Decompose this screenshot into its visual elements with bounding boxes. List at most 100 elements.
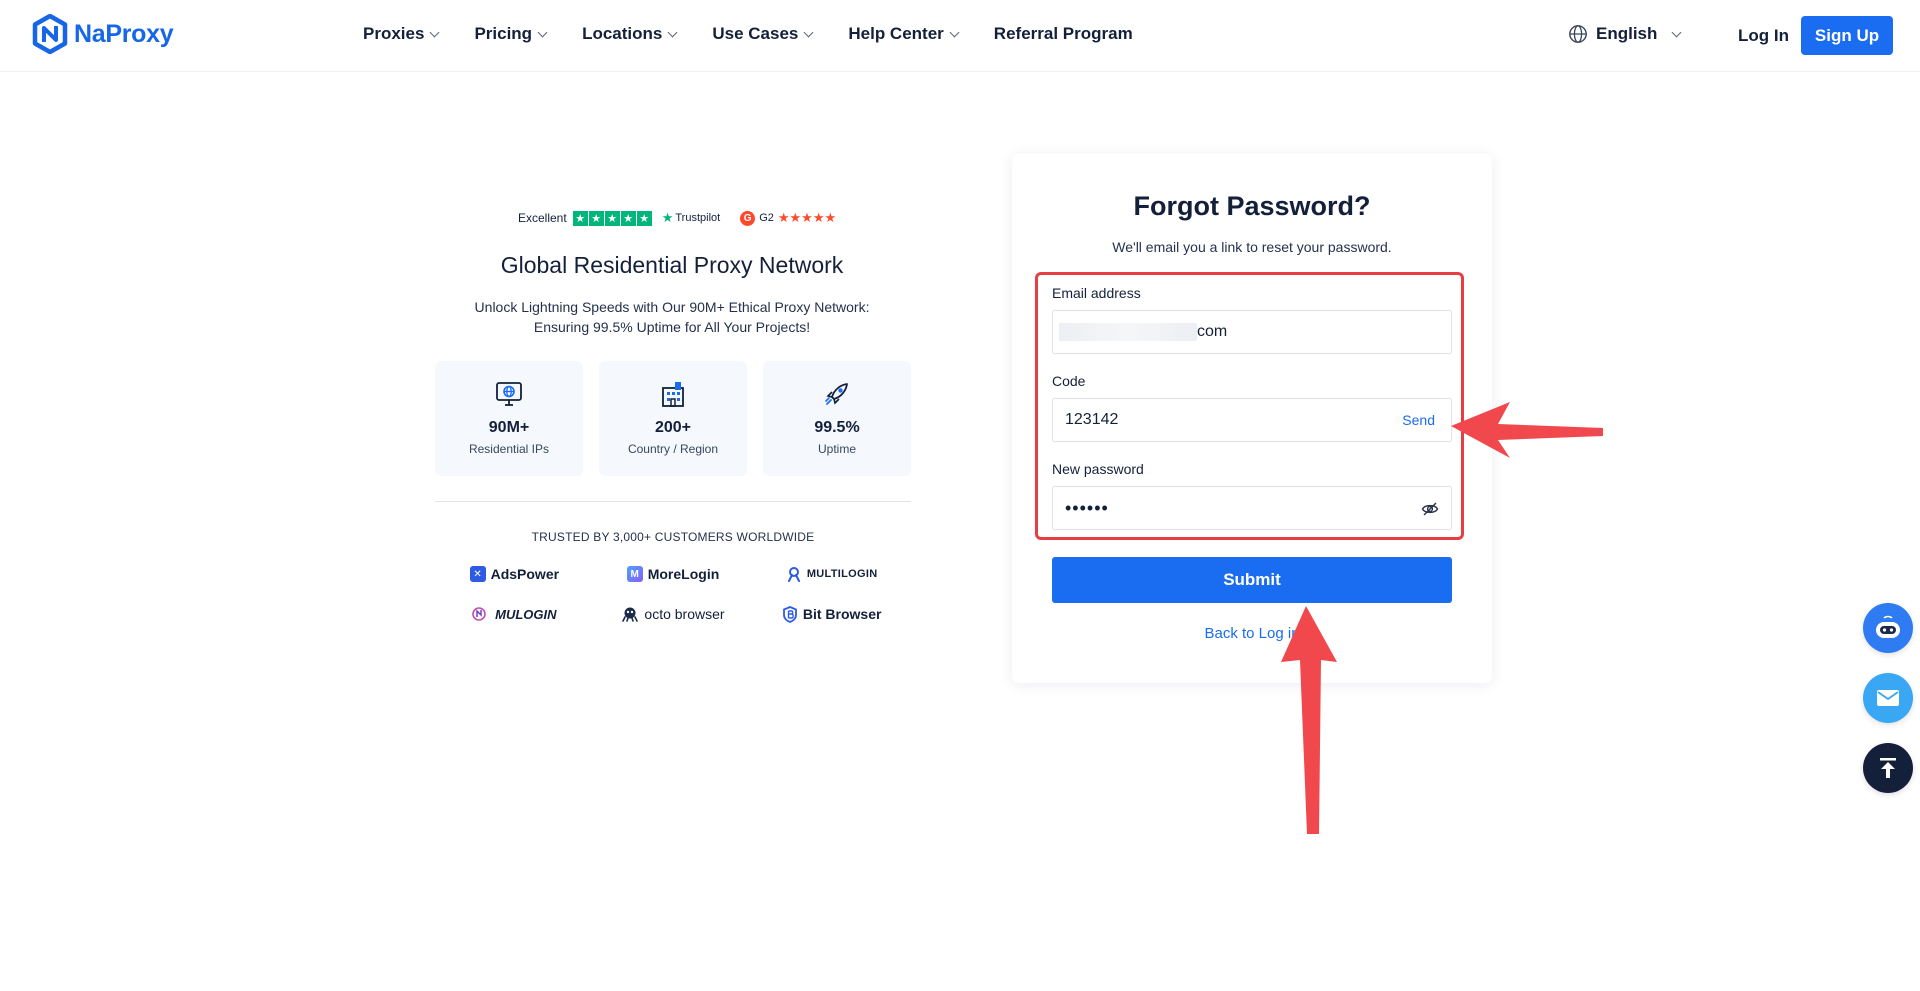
stat-card-countries: 200+ Country / Region xyxy=(599,361,747,476)
email-value: com xyxy=(1197,323,1228,340)
octo-browser-logo: octo browser xyxy=(594,602,753,626)
stat-value: 90M+ xyxy=(488,419,530,436)
octopus-icon xyxy=(622,607,639,622)
hero-subtitle-line: Ensuring 99.5% Uptime for All Your Proje… xyxy=(533,319,811,335)
multilogin-icon xyxy=(787,567,800,582)
robot-icon xyxy=(1876,615,1900,638)
stat-value: 99.5% xyxy=(814,419,860,436)
nav-label: Pricing xyxy=(474,24,533,43)
stats-row: 90M+ Residential IPs 200+ Country / Regi… xyxy=(435,361,911,476)
stat-value: 200+ xyxy=(654,419,692,436)
chevron-down-icon xyxy=(949,27,960,38)
g2-rating: G G2 ★★★★★ xyxy=(740,210,836,226)
ratings-row: Excellent ★ ★ ★ ★ ★ ★ Trustpilot G G2 ★★★★★ xyxy=(518,210,836,226)
brand-name: NaProxy xyxy=(74,19,174,48)
language-label: English xyxy=(1596,24,1658,43)
mulogin-icon xyxy=(472,607,486,621)
customer-logos: ✕ AdsPower M MoreLogin MULTILOGIN MULOGI… xyxy=(435,562,911,626)
eye-off-icon[interactable] xyxy=(1421,500,1439,518)
chevron-down-icon xyxy=(803,27,814,38)
password-label: New password xyxy=(1052,461,1144,477)
stat-label: Residential IPs xyxy=(468,442,550,456)
rocket-icon xyxy=(825,383,848,405)
nav-label: Help Center xyxy=(848,24,944,43)
nav-label: Use Cases xyxy=(712,24,799,43)
brand-label: octo browser xyxy=(644,606,725,622)
g2-label: G2 xyxy=(759,212,774,224)
code-field[interactable]: 123142 Send xyxy=(1052,398,1452,442)
hero-title: Global Residential Proxy Network xyxy=(500,252,844,278)
trustpilot-label: Trustpilot xyxy=(675,212,721,224)
email-label: Email address xyxy=(1052,285,1141,301)
morelogin-icon: M xyxy=(626,566,643,582)
email-contact-button[interactable] xyxy=(1863,673,1913,723)
nav-label: Locations xyxy=(582,24,663,43)
rating-label: Excellent xyxy=(518,211,567,225)
brand-label: Bit Browser xyxy=(802,606,882,622)
back-to-login-link[interactable]: Back to Log in xyxy=(1012,625,1492,642)
bit-browser-icon xyxy=(782,605,797,623)
stat-label: Country / Region xyxy=(627,442,719,456)
nav-proxies[interactable]: Proxies xyxy=(363,24,440,44)
nav-locations[interactable]: Locations xyxy=(582,24,678,44)
code-value: 123142 xyxy=(1065,411,1119,428)
trusted-by-text: TRUSTED BY 3,000+ CUSTOMERS WORLDWIDE xyxy=(531,530,815,544)
mulogin-logo: MULOGIN xyxy=(435,602,594,626)
back-to-top-button[interactable] xyxy=(1863,743,1913,793)
brand-label: AdsPower xyxy=(490,566,560,582)
chevron-down-icon xyxy=(537,27,548,38)
chatbot-button[interactable] xyxy=(1863,603,1913,653)
redacted-email-text xyxy=(1059,323,1197,341)
stat-label: Uptime xyxy=(817,442,856,456)
hero-subtitle: Unlock Lightning Speeds with Our 90M+ Et… xyxy=(434,297,910,337)
adspower-logo: ✕ AdsPower xyxy=(435,562,594,586)
multilogin-logo: MULTILOGIN xyxy=(752,562,911,586)
section-divider xyxy=(435,501,911,502)
morelogin-logo: M MoreLogin xyxy=(594,562,753,586)
nav-pricing[interactable]: Pricing xyxy=(474,24,548,44)
chevron-down-icon xyxy=(1671,27,1682,38)
adspower-icon: ✕ xyxy=(469,566,486,582)
star-icon: ★ xyxy=(661,210,674,225)
brand-label: MULOGIN xyxy=(495,606,557,622)
mail-icon xyxy=(1877,690,1899,706)
monitor-globe-icon xyxy=(496,382,522,406)
nav-label: Proxies xyxy=(363,24,425,43)
new-password-field[interactable]: •••••• xyxy=(1052,486,1452,530)
nav-referral-program[interactable]: Referral Program xyxy=(994,24,1133,44)
trustpilot-stars-icon: ★ ★ ★ ★ ★ xyxy=(572,210,652,226)
brand-logo[interactable]: NaProxy xyxy=(32,14,174,54)
site-header: NaProxy Proxies Pricing Locations Use Ca… xyxy=(0,0,1920,72)
globe-icon xyxy=(1569,25,1587,43)
code-label: Code xyxy=(1052,373,1086,389)
main-nav: Proxies Pricing Locations Use Cases Help… xyxy=(363,24,1169,44)
language-selector[interactable]: English xyxy=(1568,24,1682,44)
nav-label: Referral Program xyxy=(993,24,1133,43)
stat-card-uptime: 99.5% Uptime xyxy=(763,361,911,476)
form-subtitle: We'll email you a link to reset your pas… xyxy=(1112,239,1392,255)
login-link[interactable]: Log In xyxy=(1738,26,1789,46)
nav-help-center[interactable]: Help Center xyxy=(848,24,960,44)
g2-stars-icon: ★★★★★ xyxy=(777,210,837,225)
signup-button[interactable]: Sign Up xyxy=(1801,16,1893,55)
arrow-up-icon xyxy=(1880,758,1896,778)
form-title: Forgot Password? xyxy=(1133,191,1371,221)
stat-card-ips: 90M+ Residential IPs xyxy=(435,361,583,476)
trustpilot-logo: ★ Trustpilot xyxy=(662,210,720,226)
g2-logo-icon: G xyxy=(740,210,756,226)
chevron-down-icon xyxy=(667,27,678,38)
annotation-arrows xyxy=(1281,402,1603,834)
forgot-password-card: Forgot Password? We'll email you a link … xyxy=(1012,153,1492,683)
email-field[interactable]: com xyxy=(1052,310,1452,354)
brand-label: MoreLogin xyxy=(647,566,720,582)
send-code-button[interactable]: Send xyxy=(1402,412,1435,428)
bit-browser-logo: Bit Browser xyxy=(752,602,911,626)
nav-use-cases[interactable]: Use Cases xyxy=(712,24,814,44)
building-icon xyxy=(662,382,684,407)
submit-button[interactable]: Submit xyxy=(1052,557,1452,603)
password-value: •••••• xyxy=(1065,497,1109,518)
hero-subtitle-line: Unlock Lightning Speeds with Our 90M+ Et… xyxy=(474,299,870,315)
brand-label: MULTILOGIN xyxy=(806,568,878,580)
chevron-down-icon xyxy=(429,27,440,38)
naproxy-logo-icon xyxy=(32,14,68,54)
